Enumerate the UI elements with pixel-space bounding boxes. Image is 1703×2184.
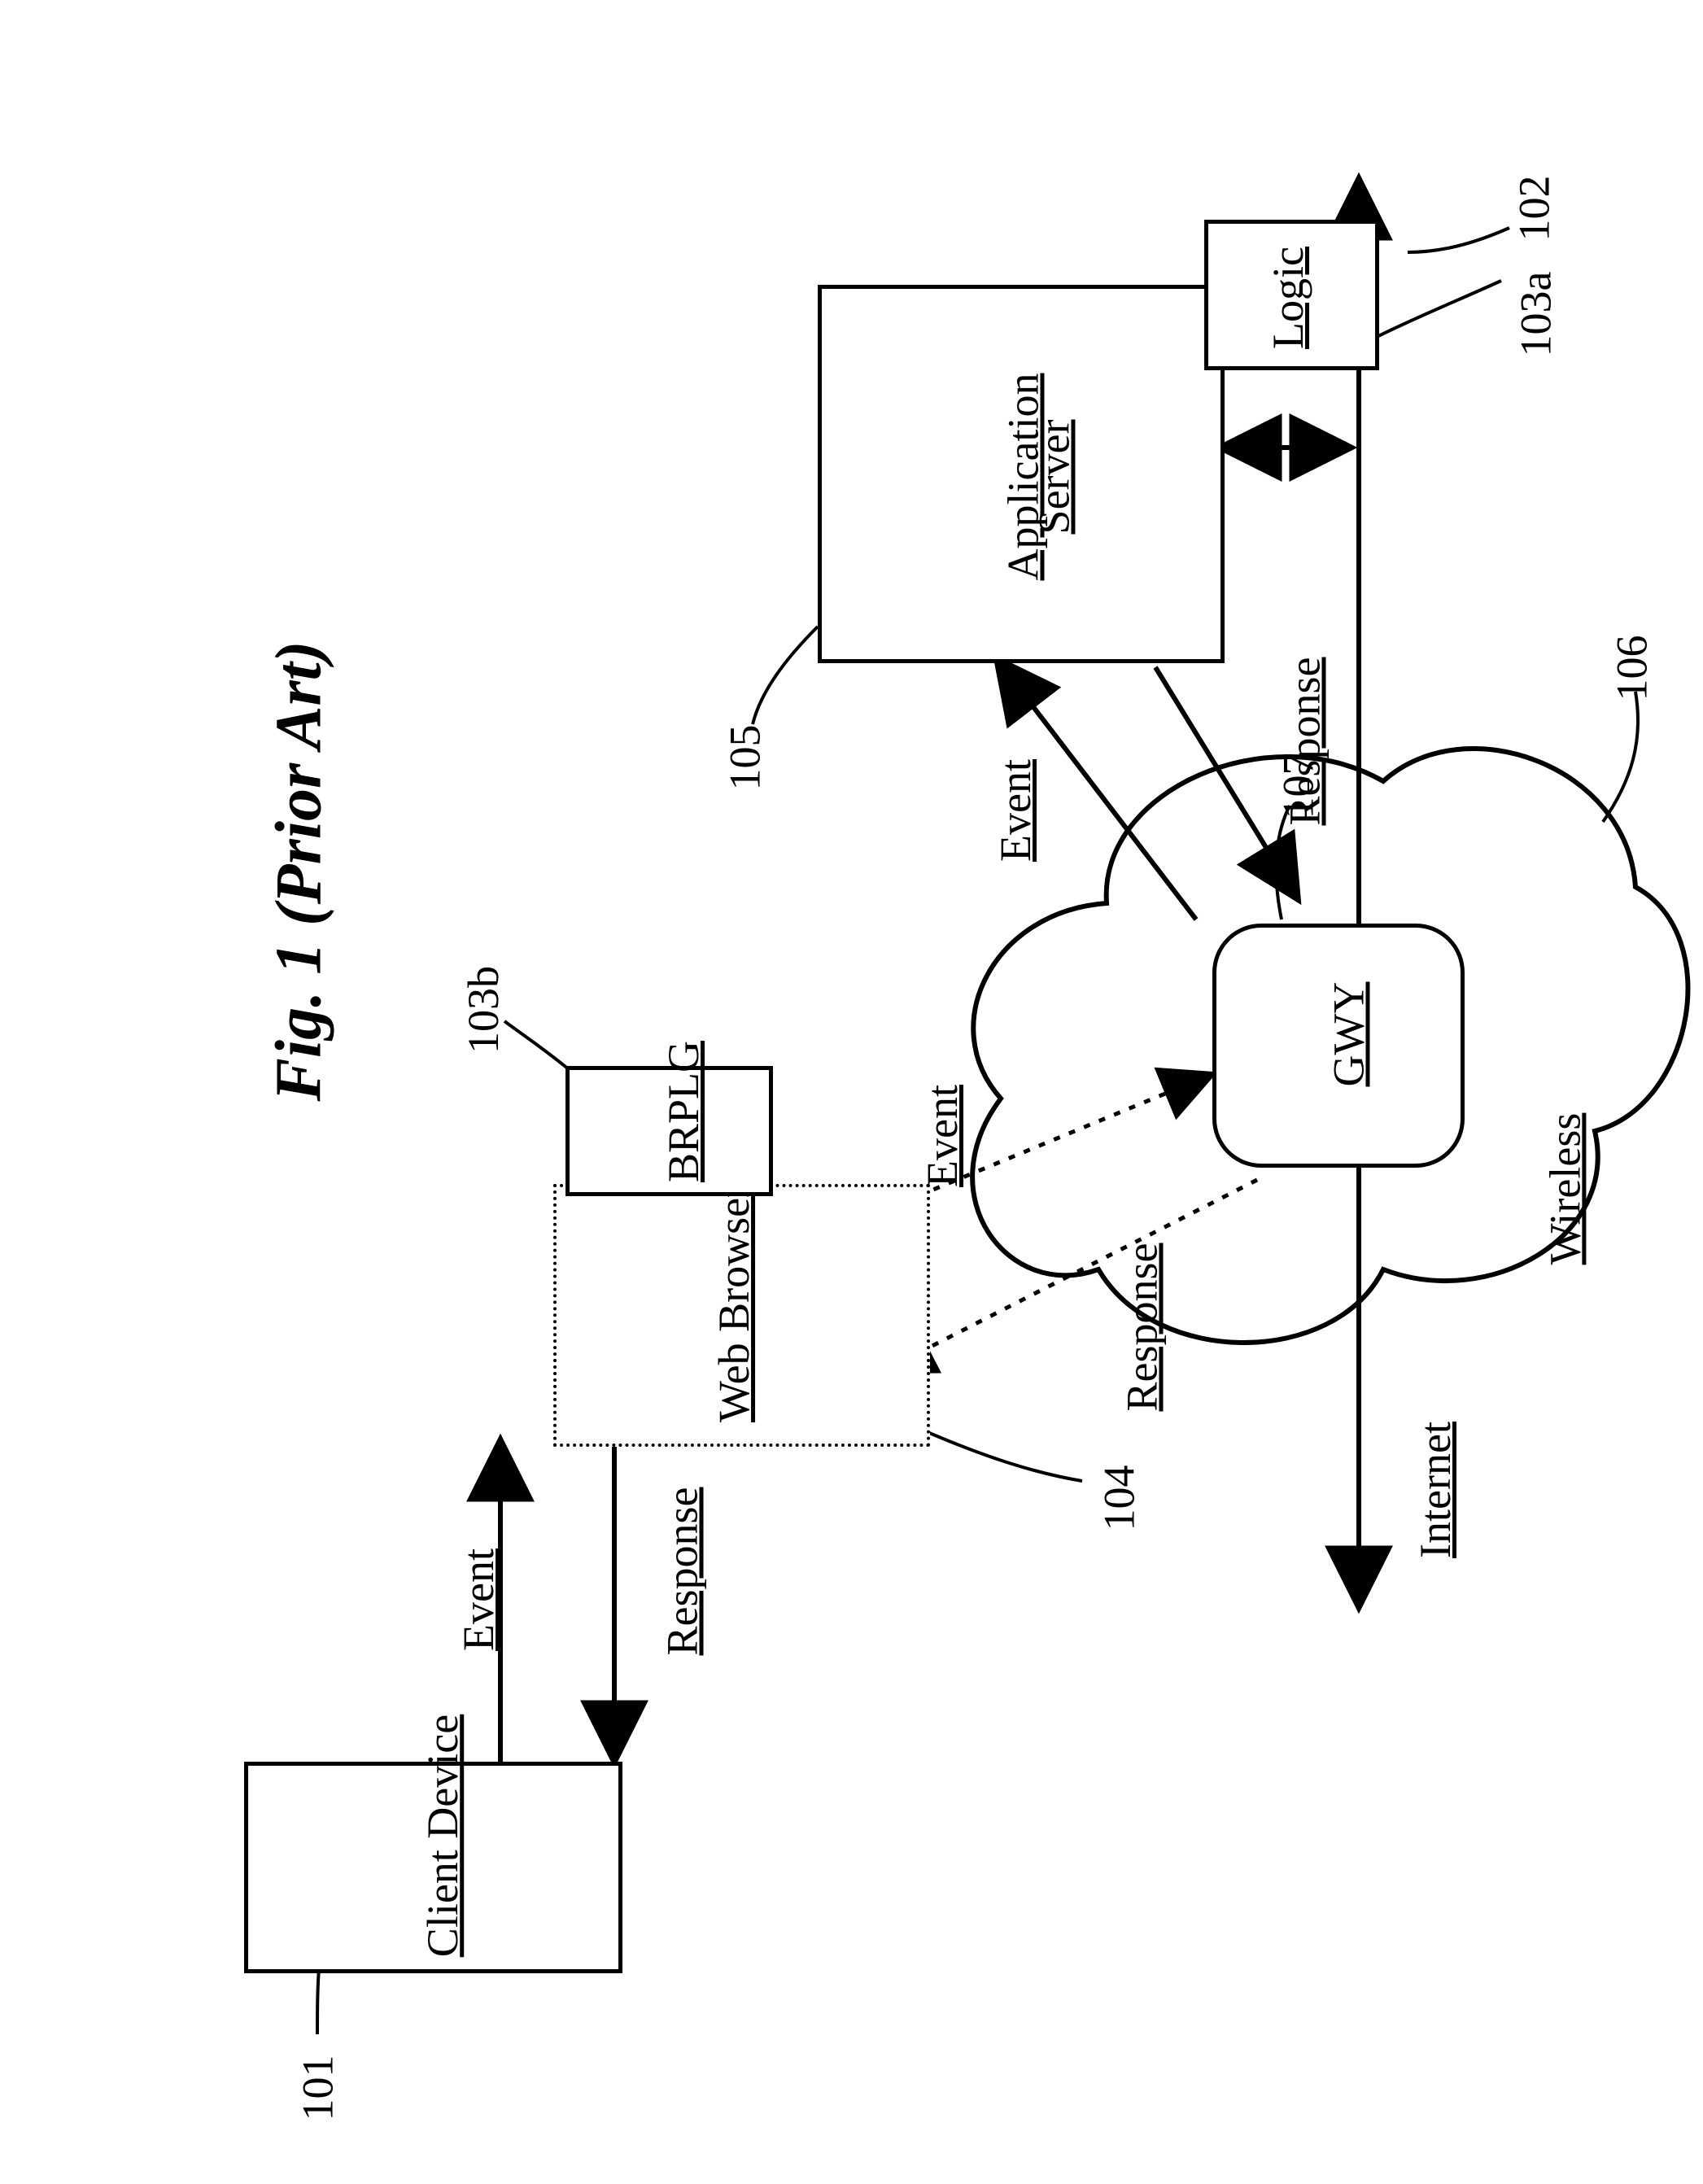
leader-105 <box>753 627 818 724</box>
label-browser-response: Response <box>1116 1243 1167 1412</box>
label-client-event: Event <box>453 1548 504 1651</box>
wireless-label: Wireless <box>1539 1113 1590 1265</box>
internet-label: Internet <box>1410 1422 1461 1558</box>
ref-104: 104 <box>1094 1465 1145 1531</box>
client-device-label: Client Device <box>417 1714 468 1957</box>
ref-103b: 103b <box>458 966 509 1054</box>
application-server-label-2: Server <box>1028 420 1079 535</box>
leader-106 <box>1603 692 1638 822</box>
leader-104 <box>928 1432 1082 1481</box>
ref-107: 107 <box>1273 753 1324 819</box>
figure-caption: Fig. 1 (Prior Art) <box>262 641 336 1102</box>
ref-106: 106 <box>1607 636 1657 701</box>
ref-102: 102 <box>1509 176 1560 242</box>
logic-label: Logic <box>1263 247 1313 349</box>
web-browser-label: Web Browser <box>709 1183 759 1422</box>
leader-103b <box>504 1021 570 1070</box>
ref-103a: 103a <box>1510 272 1561 357</box>
ref-101: 101 <box>293 2055 343 2121</box>
gwy-label: GWY <box>1323 982 1373 1087</box>
ref-105: 105 <box>720 725 771 791</box>
label-client-response: Response <box>657 1487 707 1656</box>
label-browser-event: Event <box>917 1085 967 1187</box>
label-gwy-event: Event <box>990 759 1041 862</box>
leader-103a <box>1375 281 1501 338</box>
leader-102 <box>1408 228 1509 252</box>
diagram-stage: Application Server Logic GWY Web Browser… <box>0 0 1703 2184</box>
brplg-label: BRPLG <box>658 1041 709 1182</box>
